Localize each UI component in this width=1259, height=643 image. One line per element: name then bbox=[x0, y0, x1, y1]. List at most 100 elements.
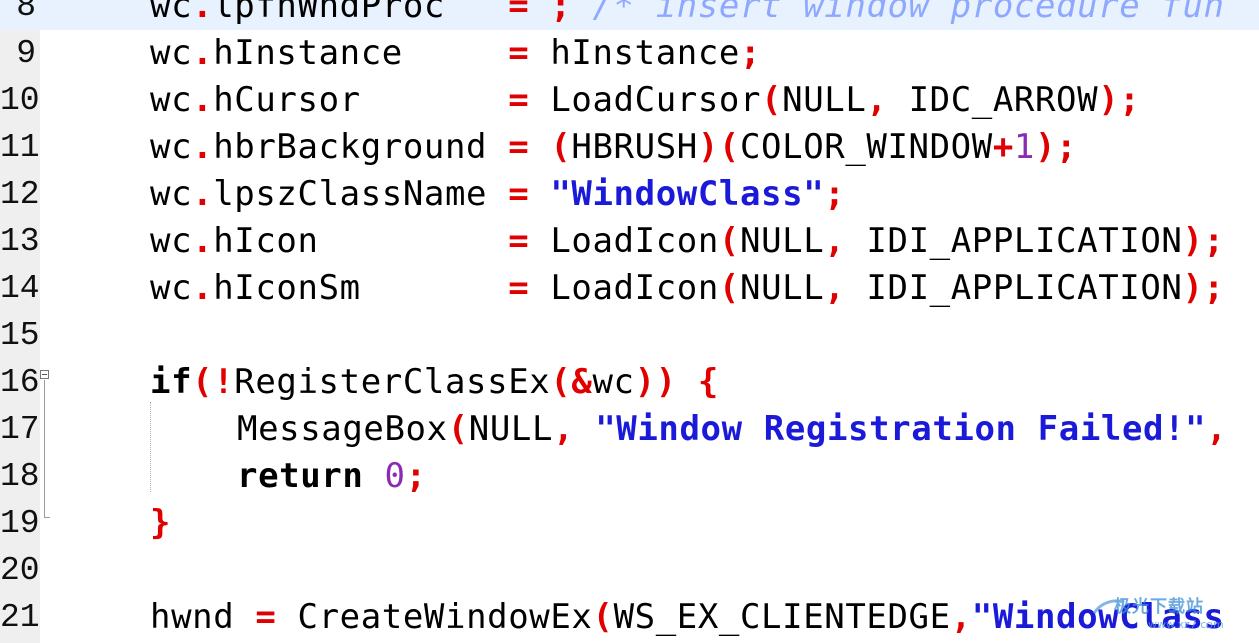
code-token: (! bbox=[192, 362, 235, 402]
code-line[interactable]: 21 hwnd = CreateWindowEx(WS_EX_CLIENTEDGE… bbox=[0, 594, 1259, 641]
code-token: IDC_ARROW bbox=[887, 80, 1099, 120]
line-number: 12 bbox=[0, 176, 40, 213]
code-token: return bbox=[237, 456, 364, 496]
code-text: wc.lpszClassName = "WindowClass"; bbox=[150, 171, 845, 218]
code-token: ( bbox=[718, 221, 740, 261]
fold-range-end bbox=[44, 517, 50, 518]
code-token: ); bbox=[1182, 221, 1225, 261]
code-token: hIcon bbox=[213, 221, 509, 261]
code-token: = bbox=[508, 174, 530, 214]
code-token: ); bbox=[1098, 80, 1141, 120]
code-token: = bbox=[508, 221, 530, 261]
code-token: = bbox=[508, 268, 530, 308]
code-token: . bbox=[192, 174, 214, 214]
code-token: , bbox=[553, 409, 575, 449]
line-number: 16 bbox=[0, 364, 40, 401]
code-token: . bbox=[192, 127, 214, 167]
code-line[interactable]: 14 wc.hIconSm = LoadIcon(NULL, IDI_APPLIC… bbox=[0, 265, 1259, 312]
code-token: LoadIcon bbox=[529, 268, 719, 308]
code-token: COLOR_WINDOW bbox=[739, 127, 993, 167]
code-token: 0 bbox=[384, 456, 406, 496]
code-token: )( bbox=[697, 127, 740, 167]
site-watermark-logo: 极光下载站 www.xz7.com bbox=[1085, 592, 1258, 643]
code-line[interactable]: 11 wc.hbrBackground = (HBRUSH)(COLOR_WIND… bbox=[0, 124, 1259, 171]
code-line[interactable]: 20 bbox=[0, 547, 1259, 594]
code-token: LoadIcon bbox=[529, 221, 719, 261]
code-line[interactable]: 18 return 0; bbox=[0, 453, 1259, 500]
code-token: NULL bbox=[740, 221, 825, 261]
code-token: (& bbox=[550, 362, 593, 402]
code-token: "WindowClass" bbox=[529, 174, 825, 214]
code-token: MessageBox bbox=[237, 409, 448, 449]
code-token: + bbox=[992, 127, 1014, 167]
fold-range-line bbox=[44, 380, 45, 518]
code-text: return 0; bbox=[237, 453, 427, 500]
indent-guide bbox=[150, 402, 151, 492]
code-text: if(!RegisterClassEx(&wc)) { bbox=[150, 359, 719, 406]
code-token: ( bbox=[447, 409, 469, 449]
code-token: hbrBackground bbox=[213, 127, 509, 167]
fold-collapse-icon[interactable] bbox=[40, 370, 49, 379]
code-token: IDI_APPLICATION bbox=[845, 221, 1183, 261]
line-number: 11 bbox=[0, 129, 40, 166]
code-token: HBRUSH bbox=[571, 127, 698, 167]
line-number: 8 bbox=[16, 0, 36, 25]
watermark-text: 极光下载站 bbox=[1114, 597, 1204, 617]
code-line[interactable]: 16 if(!RegisterClassEx(&wc)) { bbox=[0, 359, 1259, 406]
code-line[interactable]: 8 wc.lpfnWndProc = ; /* insert window pro… bbox=[0, 0, 1259, 30]
code-token: wc bbox=[592, 362, 635, 402]
code-text: MessageBox(NULL, "Window Registration Fa… bbox=[237, 406, 1227, 453]
code-line[interactable]: 19} bbox=[0, 500, 1259, 547]
line-number: 9 bbox=[16, 35, 36, 72]
code-token: NULL bbox=[468, 409, 554, 449]
code-token: } bbox=[150, 503, 172, 543]
code-token: . bbox=[192, 0, 214, 26]
code-token: , bbox=[824, 221, 846, 261]
code-token: , bbox=[866, 80, 888, 120]
code-text: wc.lpfnWndProc = ; /* insert window proc… bbox=[150, 0, 1225, 30]
code-line[interactable]: 9 wc.hInstance = hInstance; bbox=[0, 30, 1259, 77]
code-token: wc bbox=[150, 268, 193, 308]
code-token: wc bbox=[150, 33, 193, 73]
code-token: . bbox=[192, 268, 214, 308]
code-line[interactable]: 17 MessageBox(NULL, "Window Registration … bbox=[0, 406, 1259, 453]
code-token: , bbox=[1206, 409, 1228, 449]
code-text: } bbox=[150, 500, 171, 547]
code-token: = bbox=[508, 80, 530, 120]
code-line[interactable]: 13 wc.hIcon = LoadIcon(NULL, IDI_APPLICAT… bbox=[0, 218, 1259, 265]
watermark-url: www.xz7.com bbox=[1148, 618, 1224, 631]
code-text: wc.hInstance = hInstance; bbox=[150, 30, 761, 77]
code-token: ( bbox=[761, 80, 783, 120]
code-token: ; bbox=[824, 174, 846, 214]
code-token: = bbox=[508, 33, 530, 73]
code-token: ( bbox=[592, 597, 614, 637]
code-token: "Window Registration Failed!" bbox=[574, 409, 1207, 449]
code-text: wc.hCursor = LoadCursor(NULL, IDC_ARROW)… bbox=[150, 77, 1140, 124]
code-line[interactable]: 10 wc.hCursor = LoadCursor(NULL, IDC_ARRO… bbox=[0, 77, 1259, 124]
code-token: wc bbox=[150, 174, 193, 214]
line-number: 15 bbox=[0, 317, 40, 354]
code-token: lpszClassName bbox=[213, 174, 509, 214]
code-token: if bbox=[150, 362, 193, 402]
code-token: CreateWindowEx bbox=[276, 597, 593, 637]
code-text: wc.hIcon = LoadIcon(NULL, IDI_APPLICATIO… bbox=[150, 218, 1225, 265]
code-token: wc bbox=[150, 80, 193, 120]
line-number: 18 bbox=[0, 458, 40, 495]
code-token: NULL bbox=[740, 268, 825, 308]
code-token: /* insert window procedure fun bbox=[571, 0, 1225, 26]
code-token: hInstance bbox=[213, 33, 509, 73]
code-token: ); bbox=[1034, 127, 1078, 167]
code-line[interactable]: 15 bbox=[0, 312, 1259, 359]
line-number: 14 bbox=[0, 270, 40, 307]
code-line[interactable]: 12 wc.lpszClassName = "WindowClass"; bbox=[0, 171, 1259, 218]
code-token: = ( bbox=[508, 127, 572, 167]
line-number: 21 bbox=[0, 599, 40, 636]
code-token: hInstance bbox=[529, 33, 740, 73]
code-token: . bbox=[192, 221, 214, 261]
code-token: wc bbox=[150, 127, 193, 167]
code-token: hIconSm bbox=[213, 268, 509, 308]
code-editor[interactable]: 8 wc.lpfnWndProc = ; /* insert window pro… bbox=[0, 0, 1259, 643]
line-number: 20 bbox=[0, 552, 40, 589]
code-token: lpfnWndProc bbox=[213, 0, 509, 26]
